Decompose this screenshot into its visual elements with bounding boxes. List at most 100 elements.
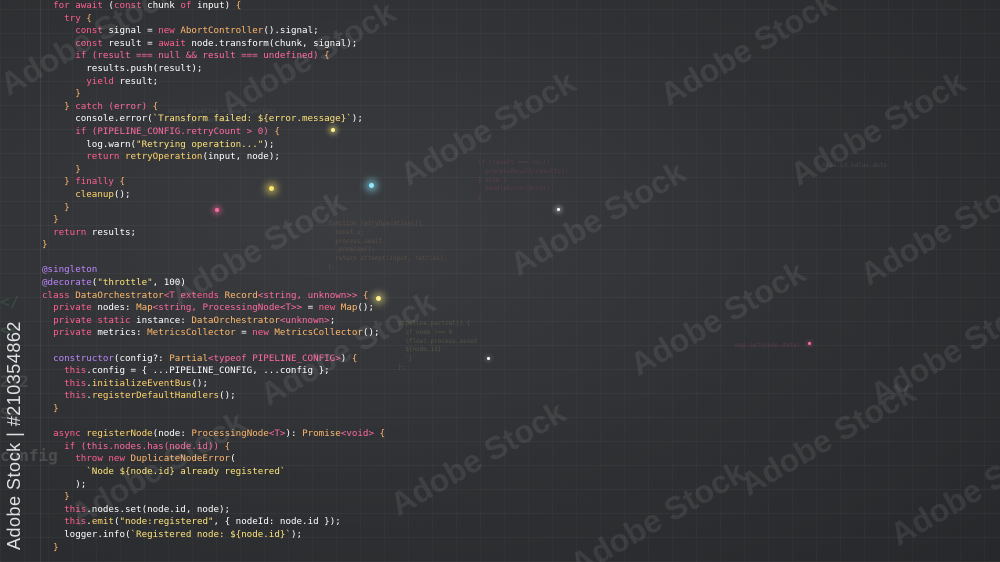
ghost-left-fragment: </ [0,292,20,311]
code-token: { [324,50,330,62]
code-token: ; [329,314,336,326]
code-line: if (result === null && result === undefi… [42,50,385,63]
code-line: `Node ${node.id} already registered` [42,466,385,479]
code-token: retryOperation [124,151,203,163]
code-token: <string, unknown>> [257,289,363,301]
code-token: { [351,352,358,364]
code-token: ( [230,453,236,465]
code-token: (); [362,327,380,339]
code-token: } [42,100,76,112]
ghost-code-line: `}` [398,355,417,363]
glow-particle [215,208,219,212]
code-line: private static instance: DataOrchestrato… [42,315,385,328]
code-token: log.warn( [42,138,137,150]
code-token: ); [42,478,87,490]
code-line: logger.info(`Registered node: ${node.id}… [42,529,385,542]
code-line: return retryOperation(input, node); [42,151,385,164]
code-token: private [42,302,98,314]
code-token: .nodes.set(node.id, node); [86,503,231,515]
code-token: instance: [136,314,192,326]
ghost-code-line: handleError(error); [478,185,554,193]
code-line: try { [42,13,385,26]
code-line: const result = await node.transform(chun… [42,38,385,51]
code-token: { [379,428,386,440]
code-token: results.push(result); [42,62,203,74]
watermark: Adobe Stock [783,63,972,193]
code-token: metrics: [97,327,148,339]
code-token: @decorate [42,277,92,289]
code-token: return [42,226,92,238]
code-line: } catch (error) { [42,101,385,114]
code-block: for await (const chunk of input) { try {… [42,0,385,554]
code-token: node.transform(chunk, signal); [191,37,358,49]
code-token: { [224,440,231,452]
code-token: } [42,491,70,503]
watermark: Adobe Stock [853,163,1000,293]
code-token: (node: [152,428,192,440]
code-token: ): [285,428,303,440]
ghost-code-block: map.set(node.data) [735,342,800,351]
code-line: } finally { [42,176,385,189]
code-line: this.initializeEventBus(); [42,378,385,391]
ghost-code-line: } else { [478,176,507,184]
code-token: input) [196,0,236,11]
code-token: registerDefaultHandlers [91,390,220,402]
ghost-code-block: node.id.value.data [822,162,887,171]
code-token: ) [340,352,352,364]
ghost-code-line: if (result === null) [478,159,551,166]
code-token: const [42,37,109,49]
code-token: private [42,327,98,339]
code-token: { [274,125,280,137]
code-token: registerNode [86,428,153,440]
code-token: (); [191,377,208,389]
code-token: @singleton [42,264,98,276]
code-line: async registerNode(node: ProcessingNode<… [42,428,385,441]
watermark: Adobe Stock [653,0,842,113]
stock-id-label: Adobe Stock | #210354862 [4,321,24,550]
code-token: if [42,50,92,62]
code-token: { [119,176,126,188]
code-token: logger.info( [42,528,131,540]
watermark: Adobe Stock [863,283,1000,413]
code-token: Map [340,302,358,314]
code-token: (input, node); [202,151,280,163]
code-token: "Retrying operation..." [136,138,264,150]
code-line: } [42,542,385,555]
code-line: } [42,202,385,215]
code-line: private metrics: MetricsCollector = new … [42,327,385,340]
code-token: "node:registered" [119,516,214,528]
code-token: results; [91,226,137,238]
ghost-code-line: map.set(node.data) [735,342,801,349]
code-token: result; [119,75,159,87]
code-token: Partial [169,352,208,364]
code-token: } [42,541,59,553]
glow-particle [331,128,335,132]
code-line: class DataOrchestrator<T extends Record<… [42,290,385,303]
code-token: initializeEventBus [91,377,192,389]
ghost-code-line: } [478,194,482,202]
code-token: emit [91,516,114,528]
code-token: console.error( [42,113,153,125]
code-token: Record [224,289,258,301]
code-line: @decorate("throttle", 100) [42,277,385,290]
code-token: chunk [147,0,181,11]
code-line: const signal = new AbortController().sig… [42,25,385,38]
code-token: return [42,151,125,163]
code-token: this [42,516,87,528]
code-line: } [42,239,385,252]
glow-particle [376,296,381,301]
code-token: (this.nodes.has(node.id)) [80,440,225,452]
code-line: this.nodes.set(node.id, node); [42,504,385,517]
code-line: if (this.nodes.has(node.id)) { [42,441,385,454]
code-token: DataOrchestrator [75,289,164,301]
code-token: = [307,302,319,314]
code-token: MetricsCollector [274,327,363,339]
code-token: finally [75,176,120,188]
code-token: (); [357,302,374,314]
code-token: ProcessingNode [191,428,269,440]
code-token: result = [108,37,159,49]
code-line: throw new DuplicateNodeError( [42,453,385,466]
glow-particle [369,183,374,188]
